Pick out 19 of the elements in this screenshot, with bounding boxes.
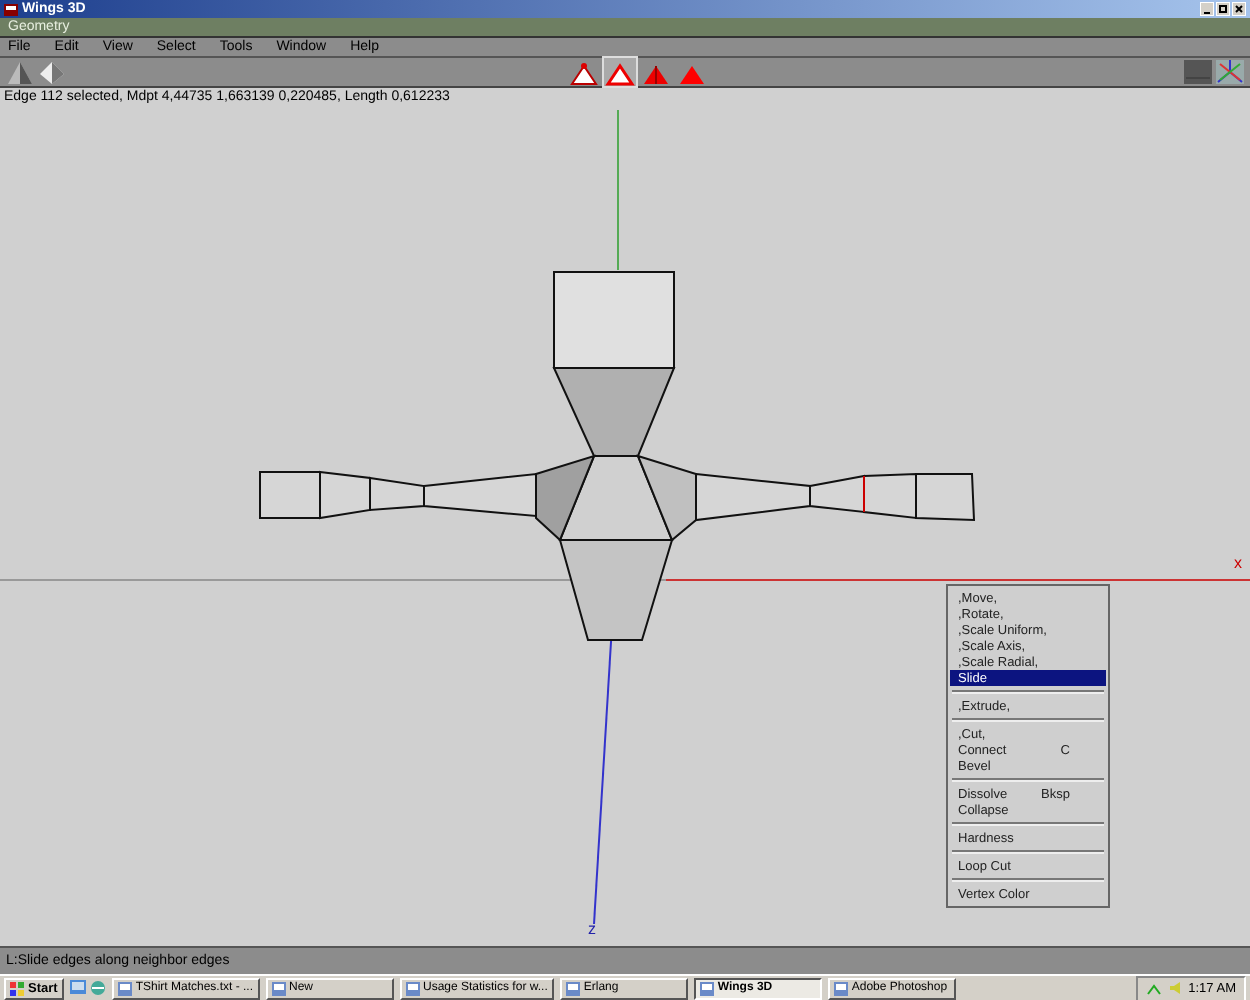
close-button[interactable] (1232, 2, 1246, 16)
z-axis-label: z (588, 920, 596, 938)
minimize-button[interactable] (1200, 2, 1214, 16)
windows-logo-icon (10, 981, 24, 995)
window-icon (271, 981, 285, 995)
axes-icon[interactable] (1216, 60, 1244, 84)
edge-mode-icon[interactable] (604, 58, 636, 86)
pyramid-icon[interactable] (6, 58, 34, 86)
window-icon (405, 981, 419, 995)
app-icon (4, 3, 18, 15)
restore-button[interactable] (1216, 2, 1230, 16)
vertex-mode-icon[interactable] (568, 58, 600, 86)
x-axis-label: x (1234, 554, 1242, 572)
diamond-icon[interactable] (38, 58, 66, 86)
window-icon (565, 981, 580, 995)
window-icon (117, 981, 132, 995)
window-icon (833, 981, 848, 995)
window-icon (699, 981, 714, 995)
desktop-icon[interactable] (69, 980, 86, 994)
